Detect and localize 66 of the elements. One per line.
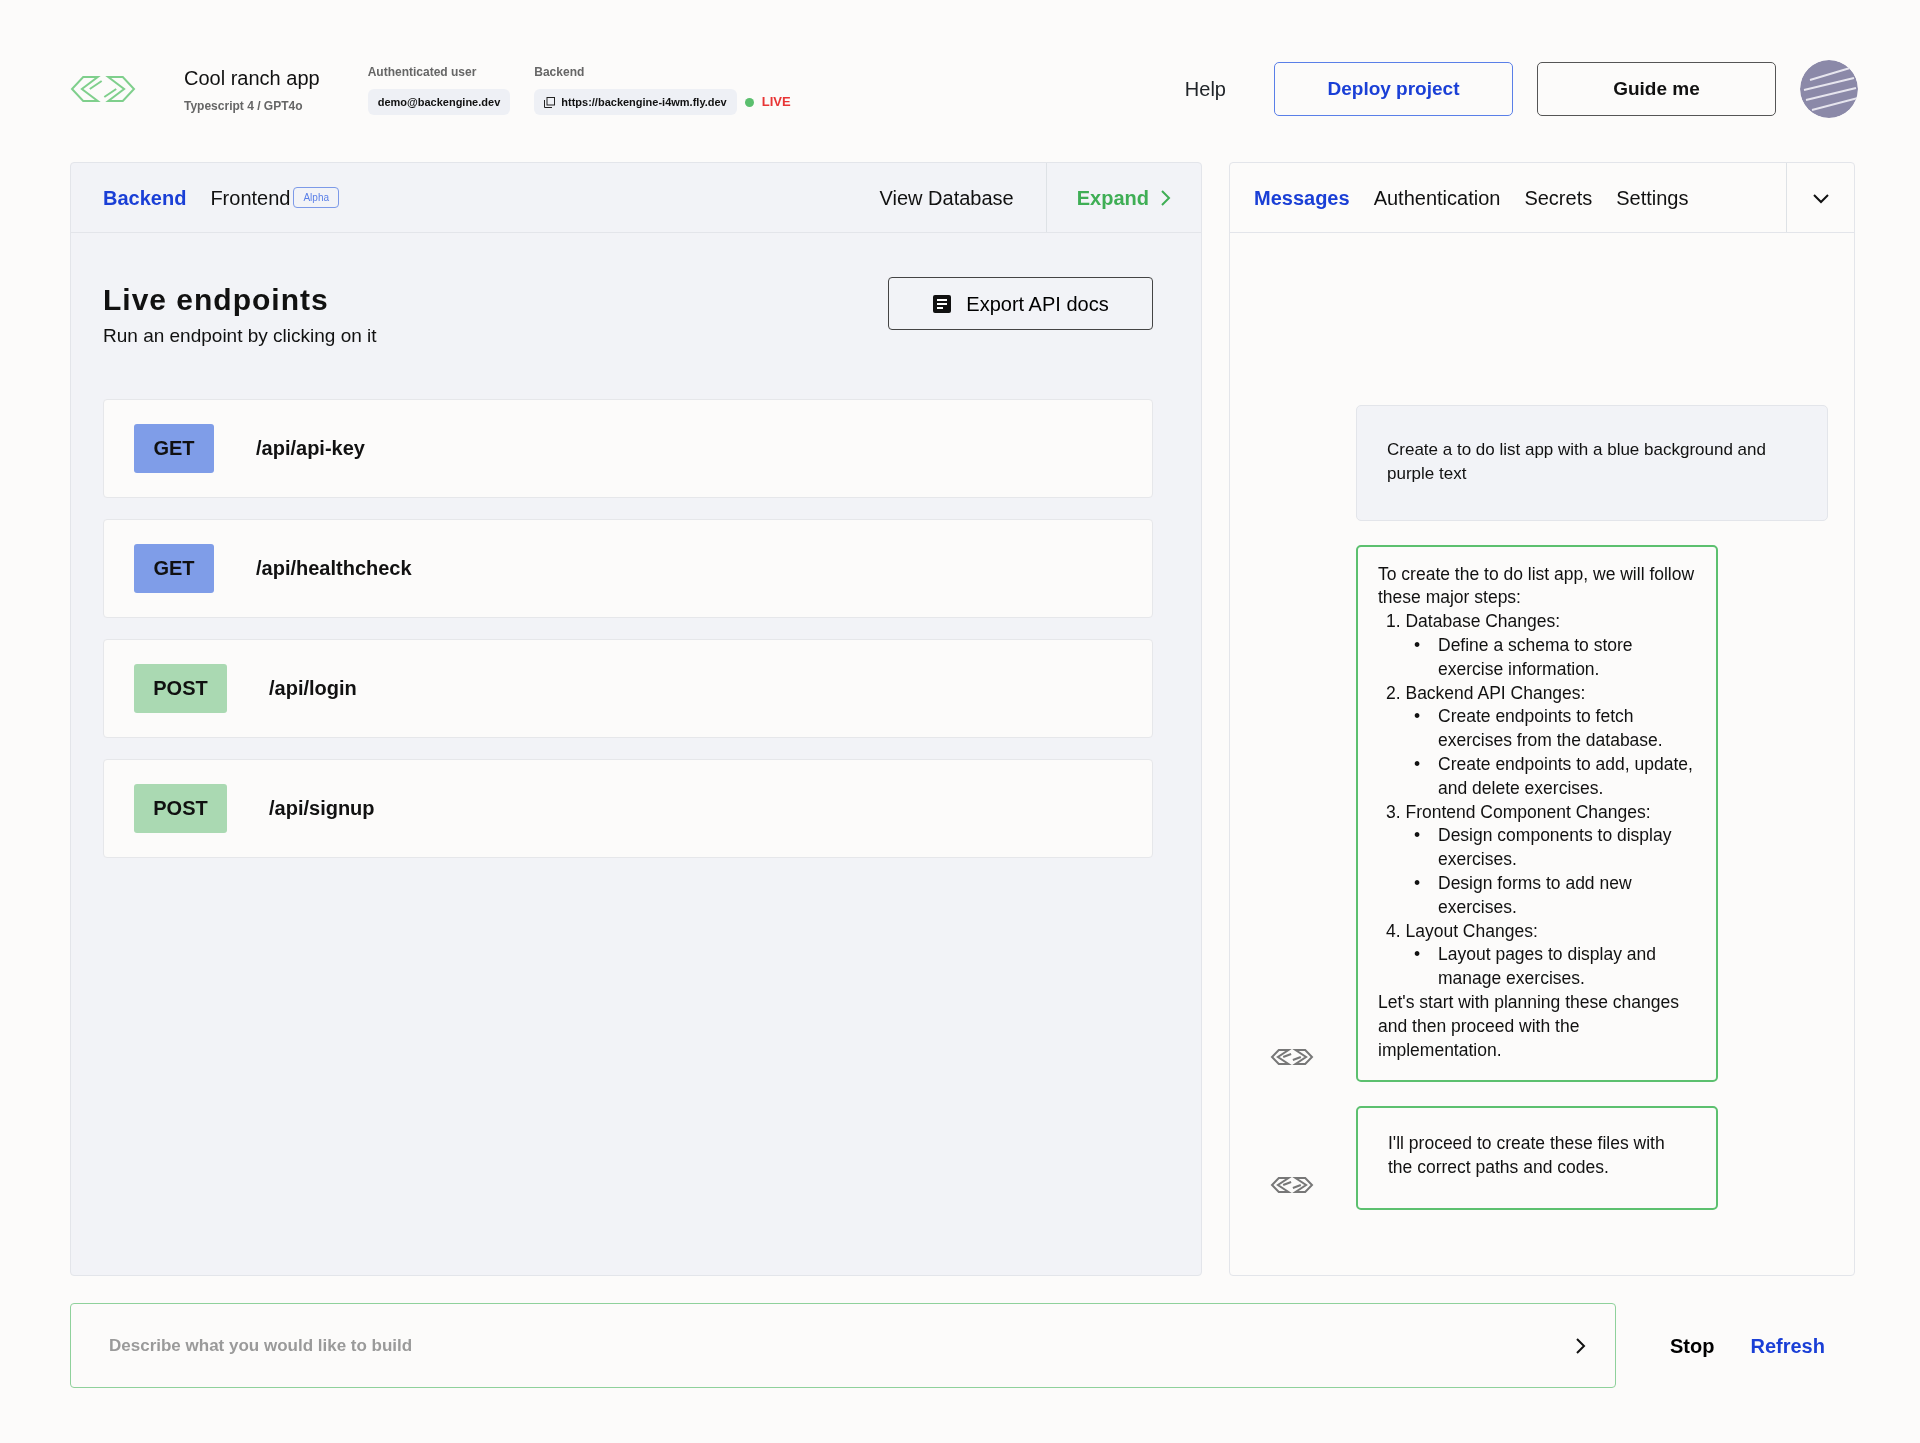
chevron-down-icon — [1810, 191, 1831, 206]
copy-icon — [544, 96, 556, 108]
field-label: Authenticated user — [367, 63, 478, 81]
user-message: Create a to do list app with a blue background and purple text — [1356, 405, 1828, 521]
endpoint-path: /api/signup — [269, 796, 375, 821]
endpoint-row[interactable]: GET /api/api-key — [103, 398, 1153, 498]
avatar-icon — [1800, 60, 1858, 118]
endpoint-path: /api/api-key — [256, 436, 365, 461]
method-tag: GET — [134, 423, 214, 473]
method-tag: GET — [134, 543, 214, 593]
endpoint-row[interactable]: GET /api/healthcheck — [103, 518, 1153, 618]
panel-tab[interactable]: Settings — [1616, 182, 1689, 213]
panel-tab[interactable]: Authentication — [1373, 182, 1501, 213]
prompt-field[interactable]: Describe what you would like to build — [70, 1303, 1616, 1388]
assistant-logo-icon — [1270, 1048, 1314, 1067]
chevron-right-icon — [1574, 1337, 1586, 1355]
assistant-logo-icon — [1270, 1175, 1314, 1194]
bullet: • — [1414, 871, 1422, 895]
step-detail: Design forms to add new exercises. — [1438, 871, 1633, 919]
user-email: demo@backengine.dev — [367, 88, 511, 116]
step-detail: Design components to display exercises. — [1438, 824, 1673, 872]
method-tag: POST — [134, 663, 227, 713]
logo-icon — [70, 75, 136, 103]
message-text: Let's start with planning these changes and then proceed with the implementation. — [1378, 990, 1681, 1062]
step-detail: Create endpoints to fetch exercises from the database. — [1438, 705, 1664, 753]
help-link[interactable]: Help — [1184, 74, 1226, 104]
deploy-button[interactable]: Deploy project — [1274, 62, 1513, 116]
message-text: To create the to do list app, we will follow these major steps: — [1378, 562, 1696, 610]
section-subtitle: Run an endpoint by clicking on it — [103, 324, 377, 348]
status-dot — [744, 97, 754, 107]
bullet: • — [1414, 705, 1422, 729]
stop-button[interactable]: Stop — [1664, 1329, 1721, 1362]
step-title: 1. Database Changes: — [1385, 610, 1562, 634]
alpha-tag: Alpha — [293, 187, 339, 208]
panel-tab[interactable]: Secrets — [1524, 182, 1593, 213]
endpoint-row[interactable]: POST /api/signup — [103, 758, 1153, 858]
panel-tab[interactable]: Frontend — [210, 182, 291, 213]
status-text: LIVE — [761, 93, 791, 112]
step-detail: Create endpoints to add, update, and delete exercises. — [1438, 752, 1694, 800]
bullet: • — [1414, 752, 1422, 776]
step-title: 4. Layout Changes: — [1385, 919, 1539, 943]
section-title: Live endpoints — [103, 282, 330, 318]
view-database-link[interactable]: View Database — [879, 182, 1014, 213]
bullet: • — [1414, 634, 1422, 657]
field-label: Backend — [534, 63, 586, 81]
backend-url[interactable]: https://backengine-i4wm.fly.dev — [534, 88, 737, 116]
assistant-message: I'll proceed to create these files with the correct paths and codes. — [1356, 1106, 1718, 1210]
panel-tab[interactable]: Backend — [103, 182, 187, 213]
endpoint-row[interactable]: POST /api/login — [103, 638, 1153, 738]
guide-button[interactable]: Guide me — [1537, 62, 1776, 116]
app-subtitle: Typescript 4 / GPT4o — [184, 98, 304, 115]
step-title: 3. Frontend Component Changes: — [1385, 800, 1652, 824]
endpoint-path: /api/healthcheck — [256, 556, 412, 581]
app-name: Cool ranch app — [184, 66, 320, 91]
bullet: • — [1414, 824, 1422, 848]
step-detail: Layout pages to display and manage exercises. — [1438, 943, 1657, 991]
chevron-right-icon — [1159, 188, 1171, 207]
step-detail: Define a schema to store exercise information. — [1438, 634, 1634, 681]
bullet: • — [1414, 943, 1422, 967]
document-icon — [932, 293, 953, 314]
method-tag: POST — [134, 783, 227, 833]
refresh-button[interactable]: Refresh — [1744, 1329, 1831, 1362]
panel-tab[interactable]: Messages — [1254, 182, 1350, 213]
endpoint-path: /api/login — [269, 676, 357, 701]
step-title: 2. Backend API Changes: — [1385, 681, 1587, 705]
export-button[interactable]: Export API docs — [888, 277, 1153, 330]
